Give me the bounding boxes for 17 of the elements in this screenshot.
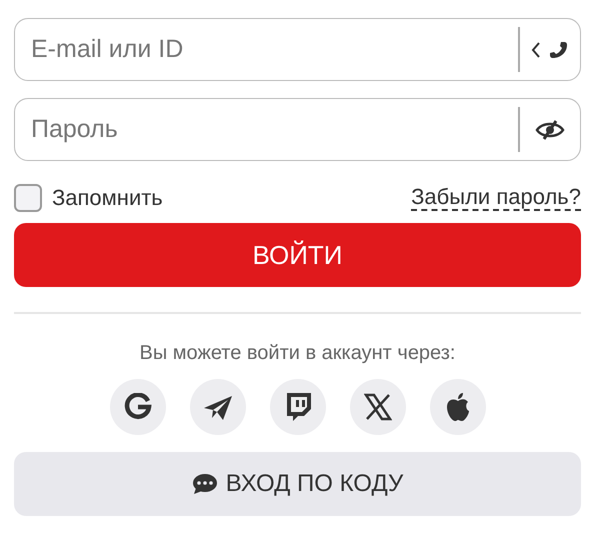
social-caption: Вы можете войти в аккаунт через: [138,342,456,365]
password-input[interactable]: Пароль [15,115,518,144]
login-button[interactable]: ВОЙТИ [14,223,581,287]
forgot-password-link[interactable]: Забыли пароль? [411,185,581,211]
chat-icon [192,473,218,495]
google-icon [124,393,152,421]
code-login-button[interactable]: ВХОД ПО КОДУ [14,452,581,516]
apple-icon [444,392,470,422]
eye-hidden-icon [535,120,565,140]
login-field[interactable]: E-mail или ID [14,18,581,81]
remember-label: Запомнить [52,185,163,211]
email-input[interactable]: E-mail или ID [15,35,518,64]
remember-checkbox[interactable] [14,184,42,212]
paper-plane-icon [202,393,234,421]
password-field[interactable]: Пароль [14,98,581,161]
x-icon [364,393,392,421]
phone-icon [531,40,569,60]
